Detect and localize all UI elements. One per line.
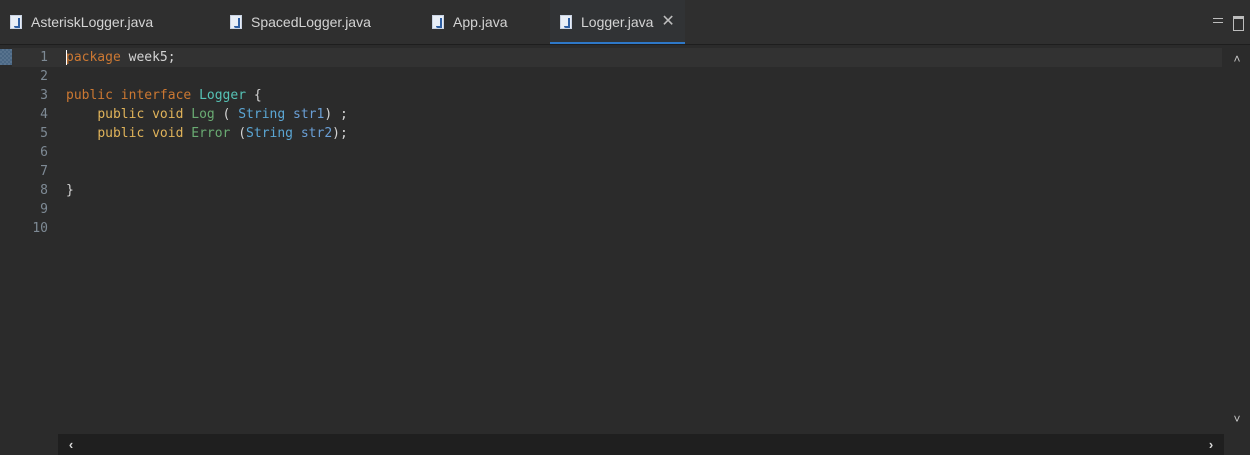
- code-token: str2: [300, 126, 333, 141]
- tab-logger[interactable]: Logger.java ✕: [550, 0, 685, 44]
- tab-label: AsteriskLogger.java: [31, 14, 154, 30]
- line-number: 3: [40, 88, 48, 103]
- line-number: 10: [32, 221, 48, 236]
- line-source: public interface Logger {: [66, 86, 262, 105]
- code-token: );: [332, 126, 348, 141]
- line-number: 9: [40, 202, 48, 217]
- code-token: public: [97, 126, 145, 141]
- code-token: String: [238, 107, 286, 122]
- code-line[interactable]: 3 public interface Logger {: [0, 86, 1220, 105]
- code-line[interactable]: 2: [0, 67, 1220, 86]
- java-file-icon: [230, 15, 242, 29]
- code-line[interactable]: 5 public void Error (String str2);: [0, 124, 1220, 143]
- code-line[interactable]: 4 public void Log ( String str1) ;: [0, 105, 1220, 124]
- line-number: 7: [40, 164, 48, 179]
- active-tab-indicator: [550, 42, 685, 44]
- java-file-icon: [560, 15, 572, 29]
- chevron-right-icon[interactable]: ›: [1200, 434, 1222, 455]
- code-token: public: [66, 88, 113, 103]
- editor-tab-bar: AsteriskLogger.java SpacedLogger.java Ap…: [0, 0, 1250, 45]
- line-number: 8: [40, 183, 48, 198]
- code-line[interactable]: 7: [0, 162, 1220, 181]
- line-number: 2: [40, 69, 48, 84]
- code-token: Logger: [199, 88, 247, 103]
- minimize-icon[interactable]: [1213, 18, 1223, 23]
- chevron-left-icon[interactable]: ‹: [60, 434, 82, 455]
- tab-asterisklogger[interactable]: AsteriskLogger.java: [10, 0, 153, 44]
- line-source: public void Log ( String str1) ;: [66, 105, 348, 124]
- chevron-down-icon[interactable]: ˅: [1224, 409, 1250, 429]
- line-source: }: [66, 181, 74, 200]
- line-source: package week5;: [66, 48, 176, 67]
- code-token: week5;: [120, 50, 176, 65]
- tab-spacedlogger[interactable]: SpacedLogger.java: [230, 0, 371, 44]
- code-token: interface: [120, 88, 192, 103]
- code-token: void: [152, 126, 184, 141]
- code-token: package: [66, 50, 121, 65]
- chevron-up-icon[interactable]: ˄: [1224, 49, 1250, 69]
- code-token: Log: [191, 107, 215, 122]
- tab-label: Logger.java: [581, 14, 654, 30]
- close-icon[interactable]: ✕: [661, 14, 674, 30]
- line-source: public void Error (String str2);: [66, 124, 348, 143]
- scrollbar-track[interactable]: [84, 438, 1198, 451]
- code-line[interactable]: 10: [0, 219, 1220, 238]
- code-editor[interactable]: 1 package week5; 2 3 public interface Logger…: [0, 45, 1250, 455]
- code-token: public: [97, 107, 145, 122]
- line-number: 1: [40, 50, 48, 65]
- line-number: 5: [40, 126, 48, 141]
- tab-label: App.java: [453, 14, 508, 30]
- line-number: 4: [40, 107, 48, 122]
- code-line[interactable]: 9: [0, 200, 1220, 219]
- code-token: (: [214, 107, 239, 122]
- tab-label: SpacedLogger.java: [251, 14, 371, 30]
- java-file-icon: [432, 15, 444, 29]
- java-file-icon: [10, 15, 22, 29]
- window-controls: [1213, 16, 1244, 31]
- line-number: 6: [40, 145, 48, 160]
- code-token: Error: [191, 126, 231, 141]
- code-line[interactable]: 8}: [0, 181, 1220, 200]
- code-line[interactable]: 6: [0, 143, 1220, 162]
- vertical-scrollbar[interactable]: ˄ ˅: [1224, 45, 1250, 435]
- code-token: }: [66, 183, 74, 198]
- code-token: void: [152, 107, 184, 122]
- code-token: str1: [293, 107, 325, 122]
- text-caret: [66, 50, 67, 65]
- code-token: String: [246, 126, 294, 141]
- code-token: {: [246, 88, 262, 103]
- code-token: (: [230, 126, 247, 141]
- maximize-icon[interactable]: [1233, 16, 1244, 31]
- code-line[interactable]: 1 package week5;: [0, 48, 1220, 67]
- tab-app[interactable]: App.java: [432, 0, 507, 44]
- code-token: ) ;: [324, 107, 348, 122]
- horizontal-scrollbar[interactable]: ‹ ›: [58, 434, 1224, 455]
